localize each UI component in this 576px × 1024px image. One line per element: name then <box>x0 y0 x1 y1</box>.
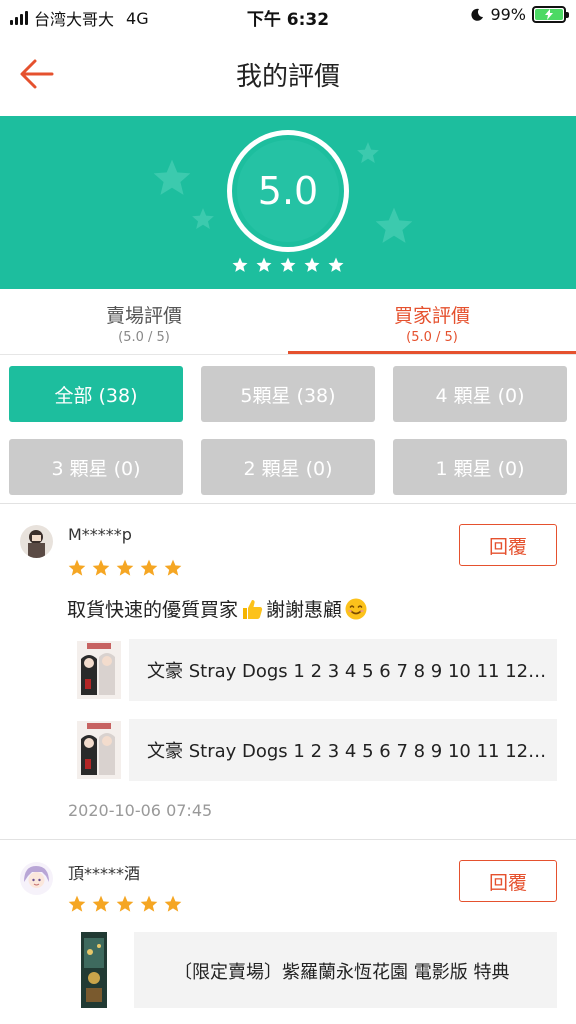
star-icon <box>164 895 182 912</box>
tab-score: (5.0 / 5) <box>118 330 170 345</box>
review-stars <box>67 558 183 578</box>
app-header: 我的評價 <box>0 34 576 116</box>
review-timestamp: 2020-10-06 07:45 <box>68 801 213 820</box>
reviewer-name: 頂*****酒 <box>68 864 141 883</box>
tab-buyer-rating[interactable]: 買家評價 (5.0 / 5) <box>288 289 576 354</box>
filter-5-star-button[interactable]: 5顆星 (38) <box>201 366 375 422</box>
review-text-main: 取貨快速的優質買家 <box>67 599 239 621</box>
product-thumbnail <box>75 639 129 701</box>
star-icon <box>68 895 86 912</box>
product-title: 〔限定賣場〕紫羅蘭永恆花園 電影版 特典 <box>174 962 510 983</box>
decorative-star-icon <box>153 159 191 195</box>
filter-all-button[interactable]: 全部 (38) <box>9 366 183 422</box>
decorative-star-icon <box>192 208 214 229</box>
smile-emoji-icon <box>345 598 367 619</box>
reply-button[interactable]: 回覆 <box>459 860 557 902</box>
thumbs-up-icon <box>243 599 263 619</box>
review-text-suffix: 謝謝惠顧 <box>266 599 343 621</box>
star-icon <box>116 895 134 912</box>
star-filters: 全部 (38) 5顆星 (38) 4 顆星 (0) 3 顆星 (0) 2 顆星 … <box>0 356 576 504</box>
review-text: 取貨快速的優質買家 謝謝惠顧 <box>67 595 368 622</box>
decorative-star-icon <box>357 142 379 163</box>
filter-2-star-button[interactable]: 2 顆星 (0) <box>201 439 375 495</box>
star-icon <box>304 257 320 272</box>
star-icon <box>116 559 134 576</box>
reviewer-name: M*****p <box>68 525 132 544</box>
overall-stars <box>0 256 576 274</box>
score-ring: 5.0 <box>227 130 349 252</box>
rating-tabs: 賣場評價 (5.0 / 5) 買家評價 (5.0 / 5) <box>0 289 576 355</box>
filter-1-star-button[interactable]: 1 顆星 (0) <box>393 439 567 495</box>
review-item: 頂*****酒 回覆 〔限定賣場〕紫羅蘭永恆花園 電影版 特典 <box>0 840 576 1024</box>
decorative-star-icon <box>375 207 413 243</box>
avatar <box>20 525 53 558</box>
star-icon <box>328 257 344 272</box>
avatar <box>20 862 53 895</box>
review-stars <box>67 894 183 914</box>
star-icon <box>256 257 272 272</box>
moon-icon <box>471 8 484 21</box>
product-thumbnail <box>75 719 129 781</box>
star-icon <box>140 559 158 576</box>
tab-label: 賣場評價 <box>105 305 182 327</box>
battery-percent: 99% <box>490 5 526 24</box>
status-bar: 台湾大哥大 4G 下午 6:32 99% <box>0 0 576 34</box>
star-icon <box>92 559 110 576</box>
product-title: 文豪 Stray Dogs 1 2 3 4 5 6 7 8 9 10 11 12… <box>147 661 547 682</box>
star-icon <box>92 895 110 912</box>
star-icon <box>280 257 296 272</box>
status-right: 99% <box>470 5 569 24</box>
tab-score: (5.0 / 5) <box>406 330 458 345</box>
page-title: 我的評價 <box>235 62 340 92</box>
reply-button[interactable]: 回覆 <box>459 524 557 566</box>
rating-summary: 5.0 <box>0 116 576 289</box>
overall-score: 5.0 <box>257 169 319 213</box>
star-icon <box>140 895 158 912</box>
filter-3-star-button[interactable]: 3 顆星 (0) <box>9 439 183 495</box>
star-icon <box>232 257 248 272</box>
tab-label: 買家評價 <box>393 305 470 327</box>
product-card[interactable]: 〔限定賣場〕紫羅蘭永恆花園 電影版 特典 <box>80 932 557 1008</box>
product-thumbnail <box>80 932 134 1008</box>
star-icon <box>164 559 182 576</box>
product-card[interactable]: 文豪 Stray Dogs 1 2 3 4 5 6 7 8 9 10 11 12… <box>75 719 557 781</box>
tab-seller-rating[interactable]: 賣場評價 (5.0 / 5) <box>0 289 288 354</box>
review-item: M*****p 回覆 取貨快速的優質買家 謝謝惠顧 文豪 Stray Dogs … <box>0 505 576 840</box>
filter-4-star-button[interactable]: 4 顆星 (0) <box>393 366 567 422</box>
star-icon <box>68 559 86 576</box>
product-card[interactable]: 文豪 Stray Dogs 1 2 3 4 5 6 7 8 9 10 11 12… <box>75 639 557 701</box>
battery-icon <box>532 6 569 23</box>
product-title: 文豪 Stray Dogs 1 2 3 4 5 6 7 8 9 10 11 12… <box>147 741 547 762</box>
